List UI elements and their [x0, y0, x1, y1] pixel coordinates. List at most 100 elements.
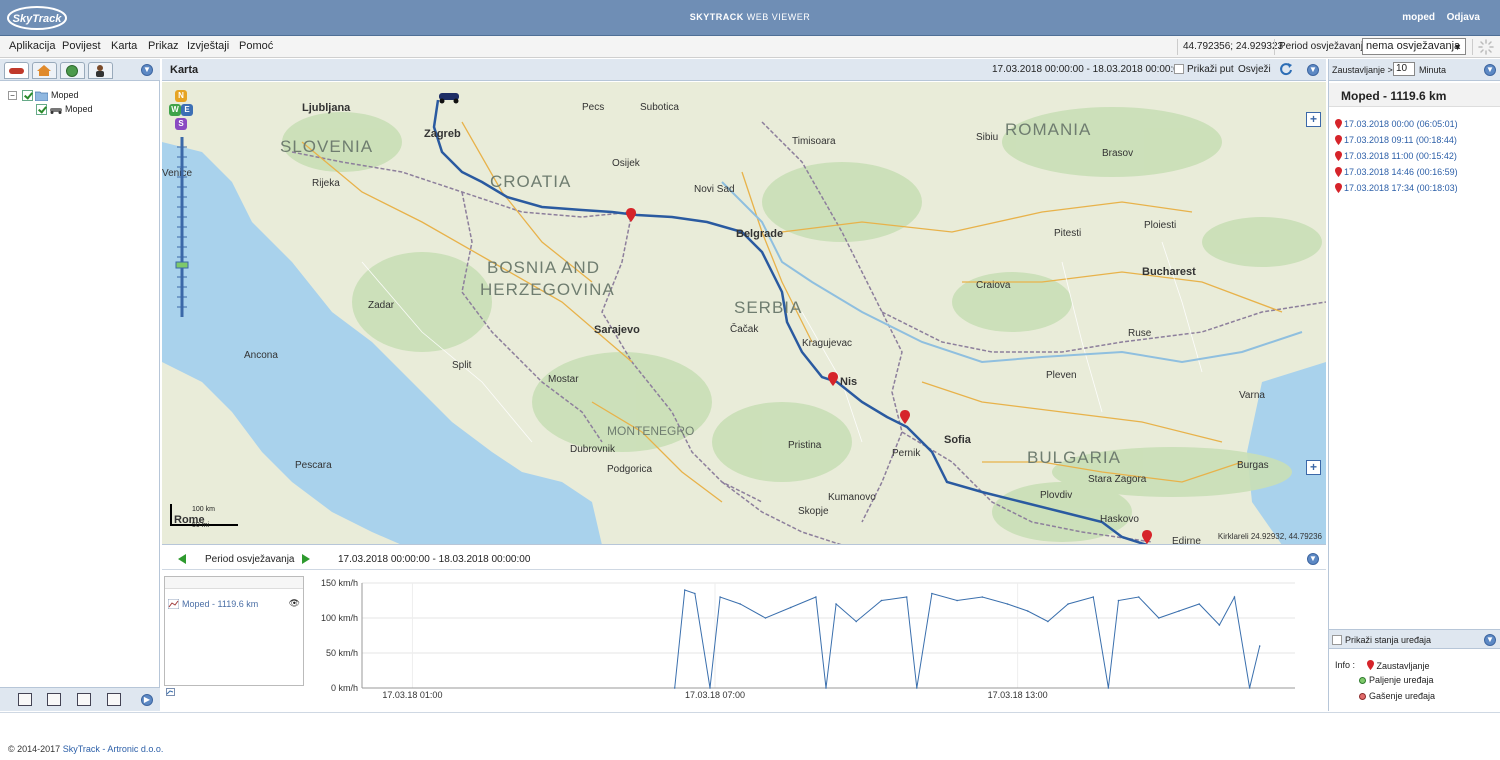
y-tick-label: 150 km/h — [321, 578, 358, 588]
chart-panel-collapse-button[interactable]: ▼ — [1307, 553, 1319, 565]
tab-users[interactable] — [88, 62, 113, 79]
legend-ignition-on: Paljenje uređaja — [1359, 675, 1434, 685]
settings-icon[interactable] — [77, 693, 91, 706]
left-tabs: ▼ — [0, 59, 160, 81]
city-bucharest: Bucharest — [1142, 266, 1196, 278]
tab-vehicles[interactable] — [4, 62, 29, 79]
tree-root: − Moped — [8, 89, 148, 103]
speed-data-point — [1258, 645, 1261, 647]
footer-link[interactable]: SkyTrack - Artronic d.o.o. — [63, 744, 164, 754]
user-icon — [96, 65, 104, 77]
city-podgorica: Podgorica — [607, 464, 653, 475]
speed-chart-panel: Moped - 1119.6 km 👁 150 km/h 100 km/h 50 k… — [162, 571, 1326, 711]
legend-stop: Zaustavljanje — [1367, 660, 1430, 671]
previous-period-button[interactable] — [178, 554, 186, 564]
city-haskovo: Haskovo — [1100, 514, 1139, 525]
stop-pin-icon[interactable] — [900, 410, 910, 424]
stop-pin-icon[interactable] — [626, 208, 636, 222]
nav-south-icon[interactable]: S — [175, 118, 187, 130]
refresh-button[interactable]: Osvježi — [1238, 64, 1271, 75]
refresh-icon[interactable] — [1279, 62, 1293, 76]
zoom-in-button[interactable]: + — [1306, 112, 1321, 127]
stop-minutes-input[interactable]: 10 — [1393, 62, 1415, 76]
refresh-period-select[interactable]: nema osvježavanja ▼ — [1362, 38, 1466, 55]
stop-list-item-label: 17.03.2018 14:46 (00:16:59) — [1344, 167, 1458, 177]
city-stara-zagora: Stara Zagora — [1088, 474, 1147, 485]
menu-povijest[interactable]: Povijest — [62, 40, 101, 52]
states-collapse-button[interactable]: ▼ — [1484, 634, 1496, 646]
nav-north-icon[interactable]: N — [175, 90, 187, 102]
stop-unit-label: Minuta — [1419, 65, 1447, 75]
tree-root-checkbox[interactable] — [22, 90, 33, 101]
city-sofia: Sofia — [944, 434, 971, 446]
city-novi-sad: Novi Sad — [694, 184, 735, 195]
tree-child-checkbox[interactable] — [36, 104, 47, 115]
label-herzegovina: HERZEGOVINA — [480, 280, 615, 299]
city-pitesti: Pitesti — [1054, 228, 1082, 239]
city-split: Split — [452, 360, 472, 371]
city-pernik: Pernik — [892, 448, 921, 459]
menu-separator — [1472, 39, 1473, 55]
app-title-bold: SKYTRACK — [689, 12, 744, 22]
city-craiova: Craiova — [976, 280, 1011, 291]
label-montenegro: MONTENEGRO — [607, 424, 695, 438]
legend-series-label[interactable]: Moped - 1119.6 km — [182, 599, 258, 609]
vehicle-marker-icon[interactable] — [436, 90, 462, 104]
stop-list-item[interactable]: 17.03.2018 17:34 (00:18:03) — [1335, 183, 1458, 193]
menu-karta[interactable]: Karta — [111, 40, 137, 52]
zoom-slider[interactable] — [175, 137, 189, 317]
tree-collapse-toggle[interactable]: − — [8, 91, 17, 100]
right-panel: Zaustavljanje > 10 Minuta ▼ Moped - 1119… — [1328, 59, 1500, 711]
eye-icon[interactable]: 👁 — [289, 598, 300, 609]
tree-child-label[interactable]: Moped — [65, 104, 93, 114]
x-tick-label: 17.03.18 07:00 — [685, 690, 745, 699]
speed-chart[interactable]: 150 km/h 100 km/h 50 km/h 0 km/h 17.03.18 01… — [310, 575, 1310, 699]
show-route-checkbox[interactable] — [1174, 64, 1184, 74]
menu-aplikacija[interactable]: Aplikacija — [9, 40, 55, 52]
nav-west-icon[interactable]: W — [169, 104, 181, 116]
show-states-checkbox[interactable] — [1332, 635, 1342, 645]
stop-pin-icon — [1367, 660, 1374, 670]
stop-list-item[interactable]: 17.03.2018 11:00 (00:15:42) — [1335, 151, 1457, 161]
nav-east-icon[interactable]: E — [181, 104, 193, 116]
speed-data-point — [719, 596, 721, 598]
stop-list-item[interactable]: 17.03.2018 09:11 (00:18:44) — [1335, 135, 1457, 145]
city-skopje: Skopje — [798, 506, 829, 517]
tab-places[interactable] — [32, 62, 57, 79]
speed-data-point — [981, 596, 984, 598]
export-icon[interactable] — [107, 693, 121, 706]
window-icon[interactable] — [47, 693, 61, 706]
check-all-icon[interactable] — [18, 693, 32, 706]
line-chart-icon — [168, 599, 179, 609]
menu-pomoc[interactable]: Pomoć — [239, 40, 273, 52]
tab-map-layers[interactable] — [60, 62, 85, 79]
footer-copyright: © 2014-2017 SkyTrack - Artronic d.o.o. — [8, 744, 163, 754]
left-panel: ▼ − Moped Moped ▶ — [0, 59, 160, 711]
map-view[interactable]: SLOVENIA CROATIA BOSNIA AND HERZEGOVINA … — [162, 82, 1326, 545]
menu-prikaz[interactable]: Prikaz — [148, 40, 179, 52]
logout-link[interactable]: Odjava — [1447, 12, 1480, 23]
stop-pin-icon[interactable] — [828, 372, 838, 386]
city-pecs: Pecs — [582, 102, 605, 113]
speed-data-point — [835, 603, 837, 605]
label-serbia: SERBIA — [734, 298, 803, 317]
next-period-button[interactable] — [302, 554, 310, 564]
right-panel-collapse-button[interactable]: ▼ — [1484, 64, 1496, 76]
city-sibiu: Sibiu — [976, 132, 999, 143]
speed-data-point — [1137, 596, 1140, 598]
speed-data-point — [789, 606, 792, 609]
speed-data-point — [673, 687, 676, 689]
zoom-in-lower-button[interactable]: + — [1306, 460, 1321, 475]
left-bottom-expand-button[interactable]: ▶ — [141, 694, 153, 706]
stop-list-item[interactable]: 17.03.2018 00:00 (06:05:01) — [1335, 119, 1458, 129]
map-panel-collapse-button[interactable]: ▼ — [1307, 64, 1319, 76]
stop-list-item[interactable]: 17.03.2018 14:46 (00:16:59) — [1335, 167, 1458, 177]
speed-data-point — [855, 620, 858, 623]
city-timisoara: Timisoara — [792, 136, 836, 147]
stop-filter-label: Zaustavljanje > — [1332, 65, 1393, 75]
speed-data-point — [1006, 603, 1009, 605]
menu-izvjestaji[interactable]: Izvještaji — [187, 40, 229, 52]
scale-mi-label: 50 mi — [192, 522, 210, 529]
stop-pin-icon[interactable] — [1142, 530, 1152, 544]
left-panel-collapse-button[interactable]: ▼ — [141, 64, 153, 76]
